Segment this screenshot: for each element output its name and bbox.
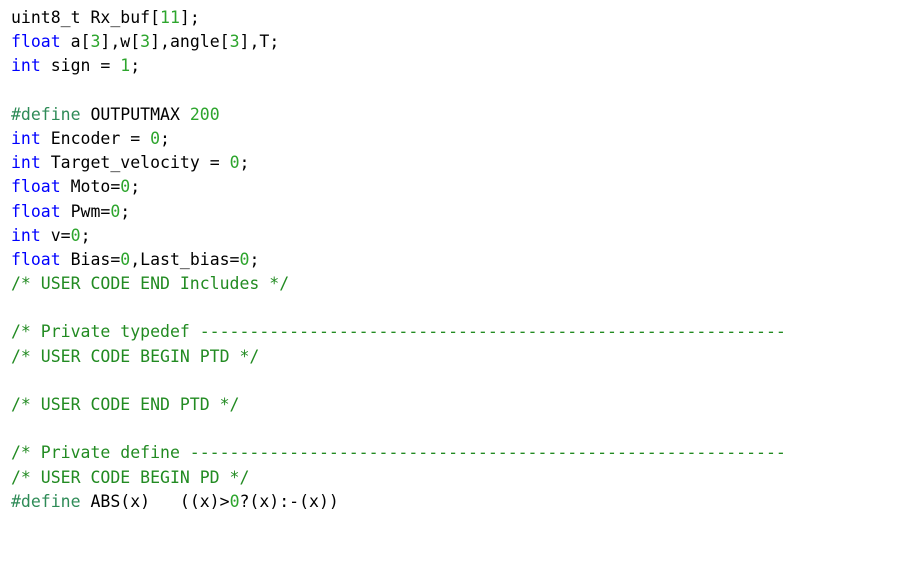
code-token: Bias= [60,249,121,269]
comment-token: /* USER CODE END Includes */ [11,274,290,294]
code-line[interactable]: int Target_velocity = 0; [11,151,906,175]
blank-code-line[interactable]: ​ [11,369,906,393]
code-line[interactable]: int sign = 1; [11,54,906,78]
number-token: 0 [70,225,81,245]
code-line[interactable]: float Bias=0,Last_bias=0; [11,248,906,272]
keyword-token: int [11,56,41,76]
number-token: 11 [160,8,180,27]
code-line[interactable]: /* USER CODE BEGIN PD */ [11,466,906,490]
keyword-token: int [11,128,41,148]
code-token: OUTPUTMAX [80,104,190,124]
code-line[interactable]: /* Private define ----------------------… [11,441,906,465]
code-line[interactable]: float a[3],w[3],angle[3],T; [11,30,906,54]
number-token: 0 [239,249,250,269]
code-text-area[interactable]: uint8_t Rx_buf[11]; float a[3],w[3],angle… [11,6,906,514]
code-line[interactable]: #define OUTPUTMAX 200 [11,103,906,127]
code-token: ],w[ [100,32,141,52]
number-token: 3 [90,32,101,52]
preprocessor-token: #define [11,104,81,124]
keyword-token: float [11,177,61,197]
code-token: uint8_t Rx_buf[ [11,8,161,27]
blank-code-line[interactable]: ​ [11,296,906,320]
code-line[interactable]: int Encoder = 0; [11,127,906,151]
keyword-token: float [11,32,61,52]
code-token: Target_velocity = [40,153,230,173]
code-token: a[ [60,32,91,52]
comment-token: /* Private typedef ---------------------… [11,322,786,342]
code-line[interactable]: float Pwm=0; [11,200,906,224]
number-token: 0 [229,153,240,173]
code-line[interactable]: /* USER CODE END PTD */ [11,393,906,417]
keyword-token: float [11,201,61,221]
code-token: ; [130,56,141,76]
number-token: 0 [150,128,161,148]
number-token: 3 [140,32,151,52]
code-line[interactable]: float Moto=0; [11,175,906,199]
code-token: Pwm= [60,201,111,221]
code-token: ; [120,201,131,221]
code-line[interactable]: int v=0; [11,224,906,248]
blank-code-line[interactable]: ​ [11,79,906,103]
comment-token: /* USER CODE BEGIN PD */ [11,467,250,487]
code-editor[interactable]: uint8_t Rx_buf[11]; float a[3],w[3],angle… [0,0,906,586]
keyword-token: float [11,249,61,269]
blank-code-line[interactable]: ​ [11,417,906,441]
code-line[interactable]: #define ABS(x) ((x)>0?(x):-(x)) [11,490,906,514]
code-token: Moto= [60,177,121,197]
code-token: ABS(x) ((x)> [80,491,230,511]
code-token: ; [239,153,250,173]
number-token: 1 [120,56,131,76]
comment-token: /* USER CODE BEGIN PTD */ [11,346,260,366]
comment-token: /* USER CODE END PTD */ [11,395,240,414]
code-line[interactable]: /* USER CODE END Includes */ [11,272,906,296]
code-token: ,Last_bias= [130,249,240,269]
code-token: ]; [179,8,200,27]
preprocessor-token: #define [11,491,81,511]
number-token: 0 [229,491,240,511]
keyword-token: int [11,153,41,173]
code-token: sign = [40,56,121,76]
code-token: ],angle[ [150,32,230,52]
code-line[interactable]: /* Private typedef ---------------------… [11,320,906,344]
number-token: 0 [110,201,121,221]
code-token: ; [130,177,141,197]
code-line[interactable]: uint8_t Rx_buf[11]; [11,6,906,30]
number-token: 3 [229,32,240,52]
code-line[interactable]: /* USER CODE BEGIN PTD */ [11,345,906,369]
code-token: ],T; [239,32,280,52]
code-token: ; [160,128,170,148]
code-token: ; [249,249,260,269]
comment-token: /* Private define ----------------------… [11,443,786,463]
keyword-token: int [11,225,41,245]
code-token: Encoder = [40,128,151,148]
code-token: ?(x):-(x)) [239,491,339,511]
number-token: 0 [120,249,131,269]
code-token: ; [80,225,91,245]
number-token: 200 [189,104,220,124]
code-token: v= [40,225,71,245]
number-token: 0 [120,177,131,197]
